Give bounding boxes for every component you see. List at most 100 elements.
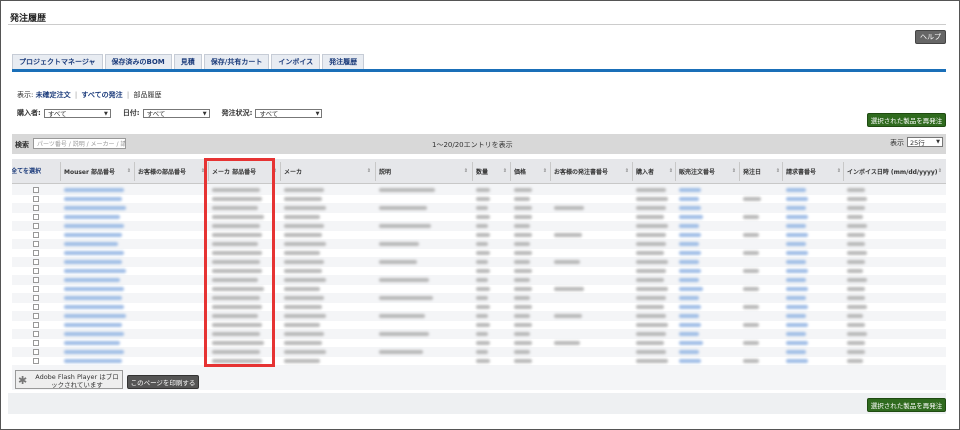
redacted-cell[interactable] [64, 215, 120, 219]
page-size-select[interactable]: 25行 ▼ [907, 137, 943, 147]
redacted-cell[interactable] [64, 242, 118, 246]
row-checkbox[interactable] [33, 349, 39, 355]
tab-saved-bom[interactable]: 保存済みのBOM [104, 54, 172, 69]
sort-arrows-icon[interactable]: ⇕ [543, 168, 547, 174]
tab-quotes[interactable]: 見積 [173, 54, 202, 69]
sort-arrows-icon[interactable]: ⇕ [503, 168, 507, 174]
row-checkbox[interactable] [33, 340, 39, 346]
redacted-cell[interactable] [679, 323, 701, 327]
link-open-orders[interactable]: 未確定注文 [36, 91, 71, 99]
redacted-cell[interactable] [679, 350, 699, 354]
row-checkbox[interactable] [33, 295, 39, 301]
redacted-cell[interactable] [679, 359, 701, 363]
col-invoice-date[interactable]: インボイス日時 (mm/dd/yyyy) ⇕ [847, 159, 945, 184]
redacted-cell[interactable] [786, 278, 806, 282]
redacted-cell[interactable] [679, 197, 699, 201]
redacted-cell[interactable] [679, 287, 703, 291]
tab-project-manager[interactable]: プロジェクトマネージャ [12, 54, 103, 69]
sort-arrows-icon[interactable]: ⇕ [127, 168, 131, 174]
redacted-cell[interactable] [64, 269, 126, 273]
sort-arrows-icon[interactable]: ⇕ [732, 168, 736, 174]
row-checkbox[interactable] [33, 187, 39, 193]
redacted-cell[interactable] [679, 341, 703, 345]
redacted-cell[interactable] [679, 269, 701, 273]
redacted-cell[interactable] [64, 206, 126, 210]
row-checkbox[interactable] [33, 205, 39, 211]
redacted-cell[interactable] [679, 224, 699, 228]
row-checkbox[interactable] [33, 259, 39, 265]
redacted-cell[interactable] [64, 278, 120, 282]
row-checkbox[interactable] [33, 250, 39, 256]
col-invoice-number[interactable]: 請求書番号 ⇕ [786, 159, 844, 184]
buyer-select[interactable]: すべて ▼ [43, 108, 111, 118]
redacted-cell[interactable] [64, 359, 122, 363]
redacted-cell[interactable] [786, 269, 808, 273]
print-page-button[interactable]: このページを印刷する [127, 375, 199, 389]
tab-saved-carts[interactable]: 保存/共有カート [203, 54, 270, 69]
col-customer-part-number[interactable]: お客様の部品番号 ⇕ [138, 159, 208, 184]
redacted-cell[interactable] [64, 305, 124, 309]
redacted-cell[interactable] [64, 323, 122, 327]
row-checkbox[interactable] [33, 286, 39, 292]
redacted-cell[interactable] [786, 260, 806, 264]
redacted-cell[interactable] [786, 233, 808, 237]
redacted-cell[interactable] [786, 197, 808, 201]
redacted-cell[interactable] [786, 287, 808, 291]
redacted-cell[interactable] [64, 260, 122, 264]
redacted-cell[interactable] [679, 215, 703, 219]
redacted-cell[interactable] [679, 305, 701, 309]
row-checkbox[interactable] [33, 313, 39, 319]
row-checkbox[interactable] [33, 331, 39, 337]
redacted-cell[interactable] [64, 197, 122, 201]
redacted-cell[interactable] [64, 341, 120, 345]
row-checkbox[interactable] [33, 196, 39, 202]
reorder-selected-button[interactable]: 選択された製品を再発注 [867, 113, 946, 127]
redacted-cell[interactable] [786, 251, 808, 255]
redacted-cell[interactable] [786, 296, 806, 300]
col-customer-po-number[interactable]: お客様の発注書番号 ⇕ [554, 159, 632, 184]
redacted-cell[interactable] [679, 206, 701, 210]
redacted-cell[interactable] [64, 332, 124, 336]
flash-blocked-notice[interactable]: ✱ Adobe Flash Player はブロックされています [15, 370, 123, 389]
status-select[interactable]: すべて ▼ [255, 108, 323, 118]
help-button[interactable]: ヘルプ [915, 30, 946, 44]
redacted-cell[interactable] [679, 278, 699, 282]
redacted-cell[interactable] [64, 224, 124, 228]
col-buyer[interactable]: 購入者 ⇕ [636, 159, 676, 184]
redacted-cell[interactable] [64, 233, 122, 237]
redacted-cell[interactable] [679, 242, 699, 246]
tab-order-history[interactable]: 発注履歴 [322, 54, 365, 69]
redacted-cell[interactable] [64, 188, 124, 192]
redacted-cell[interactable] [786, 359, 808, 363]
redacted-cell[interactable] [786, 332, 806, 336]
redacted-cell[interactable] [786, 341, 808, 345]
redacted-cell[interactable] [786, 188, 806, 192]
redacted-cell[interactable] [64, 314, 126, 318]
row-checkbox[interactable] [33, 268, 39, 274]
redacted-cell[interactable] [679, 188, 701, 192]
sort-arrows-icon[interactable]: ⇕ [669, 168, 673, 174]
search-input[interactable]: パーツ番号 / 説明 / メーカー / 請 [33, 138, 126, 149]
redacted-cell[interactable] [786, 323, 808, 327]
link-all-orders[interactable]: すべての発注 [81, 91, 122, 99]
redacted-cell[interactable] [786, 242, 806, 246]
select-all-link[interactable]: 全てを選択 [12, 159, 41, 184]
sort-arrows-icon[interactable]: ⇕ [464, 168, 468, 174]
reorder-selected-button-bottom[interactable]: 選択された製品を再発注 [867, 398, 946, 412]
date-select[interactable]: すべて ▼ [142, 108, 210, 118]
redacted-cell[interactable] [786, 314, 806, 318]
row-checkbox[interactable] [33, 232, 39, 238]
col-description[interactable]: 説明 ⇕ [379, 159, 471, 184]
redacted-cell[interactable] [64, 287, 124, 291]
redacted-cell[interactable] [679, 332, 699, 336]
col-sales-order-number[interactable]: 販売注文番号 ⇕ [679, 159, 739, 184]
redacted-cell[interactable] [786, 215, 808, 219]
redacted-cell[interactable] [64, 296, 122, 300]
row-checkbox[interactable] [33, 241, 39, 247]
sort-arrows-icon[interactable]: ⇕ [367, 168, 371, 174]
sort-arrows-icon[interactable]: ⇕ [837, 168, 841, 174]
redacted-cell[interactable] [679, 314, 699, 318]
row-checkbox[interactable] [33, 304, 39, 310]
row-checkbox[interactable] [33, 358, 39, 364]
row-checkbox[interactable] [33, 214, 39, 220]
